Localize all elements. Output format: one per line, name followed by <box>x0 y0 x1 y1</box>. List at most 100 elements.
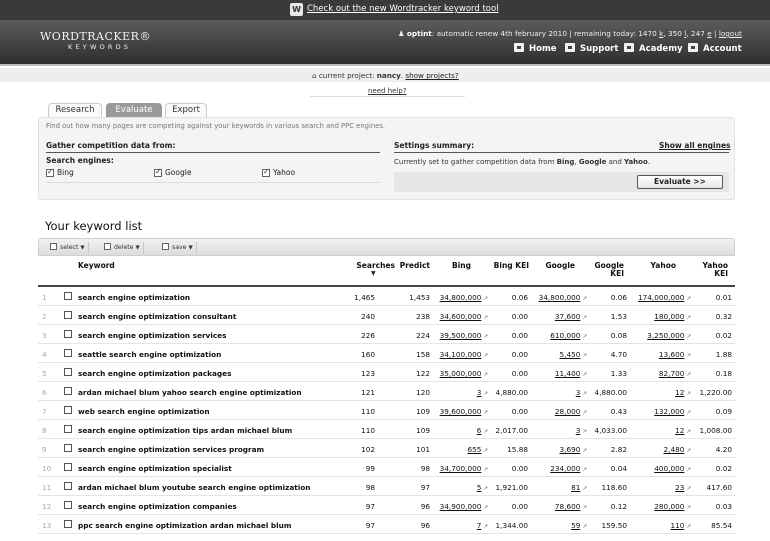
cell-yahoo-value[interactable]: 12 <box>675 426 684 435</box>
cell-yahoo-value[interactable]: 23 <box>675 483 684 492</box>
external-link-icon[interactable]: ↗ <box>483 353 488 359</box>
cell-yahoo-value[interactable]: 110 <box>670 521 684 530</box>
row-checkbox[interactable] <box>64 520 72 528</box>
show-projects-link[interactable]: show projects? <box>405 71 458 80</box>
cell-bing-value[interactable]: 34,900,000 <box>440 502 482 511</box>
external-link-icon[interactable]: ↗ <box>582 315 587 321</box>
row-checkbox[interactable] <box>64 311 72 319</box>
cell-yahoo-value[interactable]: 132,000 <box>654 407 684 416</box>
cell-google-value[interactable]: 234,000 <box>550 464 580 473</box>
external-link-icon[interactable]: ↗ <box>582 448 587 454</box>
new-tool-link[interactable]: Check out the new Wordtracker keyword to… <box>307 4 499 14</box>
external-link-icon[interactable]: ↗ <box>686 429 691 435</box>
cell-yahoo[interactable]: 132,000 ↗ <box>654 407 691 416</box>
row-checkbox[interactable] <box>64 501 72 509</box>
external-link-icon[interactable]: ↗ <box>582 467 587 473</box>
cell-yahoo-value[interactable]: 400,000 <box>654 464 684 473</box>
logo[interactable]: WORDTRACKER® KEYWORDS <box>40 30 151 51</box>
external-link-icon[interactable]: ↗ <box>582 334 587 340</box>
cell-yahoo[interactable]: 2,480 ↗ <box>664 445 692 454</box>
cell-bing-value[interactable]: 5 <box>477 483 482 492</box>
need-help-link[interactable]: need help? <box>368 87 407 95</box>
external-link-icon[interactable]: ↗ <box>686 315 691 321</box>
external-link-icon[interactable]: ↗ <box>686 486 691 492</box>
cell-google-value[interactable]: 3 <box>576 388 581 397</box>
cell-yahoo-value[interactable]: 13,600 <box>659 350 685 359</box>
col-keyword[interactable]: Keyword <box>78 262 115 270</box>
cell-yahoo-value[interactable]: 2,480 <box>664 445 685 454</box>
cell-bing-value[interactable]: 39,600,000 <box>440 407 482 416</box>
external-link-icon[interactable]: ↗ <box>582 296 587 302</box>
nav-support[interactable]: Support <box>565 43 618 54</box>
col-yahoo[interactable]: Yahoo <box>636 262 676 270</box>
cell-yahoo[interactable]: 12 ↗ <box>675 426 691 435</box>
cell-google[interactable]: 5,450 ↗ <box>560 350 588 359</box>
google-checkbox[interactable] <box>154 167 162 177</box>
col-searches[interactable]: Searches <box>348 262 395 270</box>
external-link-icon[interactable]: ↗ <box>686 448 691 454</box>
external-link-icon[interactable]: ↗ <box>686 353 691 359</box>
cell-yahoo-value[interactable]: 3,250,000 <box>647 331 684 340</box>
cell-google[interactable]: 34,800,000 ↗ <box>539 293 587 302</box>
external-link-icon[interactable]: ↗ <box>582 486 587 492</box>
external-link-icon[interactable]: ↗ <box>483 429 488 435</box>
cell-bing[interactable]: 34,100,000 ↗ <box>440 350 488 359</box>
cell-yahoo[interactable]: 13,600 ↗ <box>659 350 691 359</box>
cell-yahoo-value[interactable]: 12 <box>675 388 684 397</box>
show-all-engines-link[interactable]: Show all engines <box>659 141 731 150</box>
cell-google-value[interactable]: 81 <box>571 483 580 492</box>
cell-bing-value[interactable]: 34,100,000 <box>440 350 482 359</box>
cell-google-value[interactable]: 28,000 <box>555 407 581 416</box>
external-link-icon[interactable]: ↗ <box>483 391 488 397</box>
col-bing[interactable]: Bing <box>433 262 471 270</box>
cell-google-value[interactable]: 5,450 <box>560 350 581 359</box>
cell-google-value[interactable]: 11,400 <box>555 369 581 378</box>
col-predict[interactable]: Predict <box>394 262 430 270</box>
cell-yahoo[interactable]: 23 ↗ <box>675 483 691 492</box>
cell-yahoo[interactable]: 174,000,000 ↗ <box>638 293 691 302</box>
col-google-kei[interactable]: Google KEI <box>584 262 625 278</box>
cell-google-value[interactable]: 3 <box>576 426 581 435</box>
row-checkbox[interactable] <box>64 349 72 357</box>
cell-google[interactable]: 81 ↗ <box>571 483 587 492</box>
external-link-icon[interactable]: ↗ <box>483 448 488 454</box>
cell-bing[interactable]: 655 ↗ <box>467 445 488 454</box>
row-checkbox[interactable] <box>64 368 72 376</box>
row-checkbox[interactable] <box>64 482 72 490</box>
nav-account[interactable]: Account <box>688 43 742 54</box>
cell-bing[interactable]: 3 ↗ <box>477 388 488 397</box>
cell-google[interactable]: 28,000 ↗ <box>555 407 587 416</box>
cell-google-value[interactable]: 3,690 <box>560 445 581 454</box>
row-checkbox[interactable] <box>64 406 72 414</box>
select-button[interactable]: select ▼ <box>47 242 89 254</box>
cell-yahoo[interactable]: 110 ↗ <box>670 521 691 530</box>
external-link-icon[interactable]: ↗ <box>686 524 691 530</box>
external-link-icon[interactable]: ↗ <box>483 315 488 321</box>
row-checkbox[interactable] <box>64 444 72 452</box>
cell-bing-value[interactable]: 7 <box>477 521 482 530</box>
external-link-icon[interactable]: ↗ <box>483 505 488 511</box>
row-checkbox[interactable] <box>64 387 72 395</box>
cell-google[interactable]: 3 ↗ <box>576 388 587 397</box>
external-link-icon[interactable]: ↗ <box>483 296 488 302</box>
external-link-icon[interactable]: ↗ <box>582 429 587 435</box>
cell-google[interactable]: 11,400 ↗ <box>555 369 587 378</box>
cell-bing-value[interactable]: 35,000,000 <box>440 369 482 378</box>
external-link-icon[interactable]: ↗ <box>686 505 691 511</box>
cell-google-value[interactable]: 78,600 <box>555 502 581 511</box>
cell-google-value[interactable]: 37,600 <box>555 312 581 321</box>
external-link-icon[interactable]: ↗ <box>686 296 691 302</box>
cell-bing[interactable]: 39,600,000 ↗ <box>440 407 488 416</box>
cell-yahoo[interactable]: 82,700 ↗ <box>659 369 691 378</box>
cell-google[interactable]: 78,600 ↗ <box>555 502 587 511</box>
cell-google-value[interactable]: 59 <box>571 521 580 530</box>
cell-bing-value[interactable]: 3 <box>477 388 482 397</box>
cell-yahoo-value[interactable]: 280,000 <box>654 502 684 511</box>
cell-yahoo[interactable]: 400,000 ↗ <box>654 464 691 473</box>
cell-google[interactable]: 37,600 ↗ <box>555 312 587 321</box>
cell-bing-value[interactable]: 34,700,000 <box>440 464 482 473</box>
cell-yahoo-value[interactable]: 82,700 <box>659 369 685 378</box>
cell-google[interactable]: 610,000 ↗ <box>550 331 587 340</box>
row-checkbox[interactable] <box>64 292 72 300</box>
save-button[interactable]: save ▼ <box>159 242 197 254</box>
